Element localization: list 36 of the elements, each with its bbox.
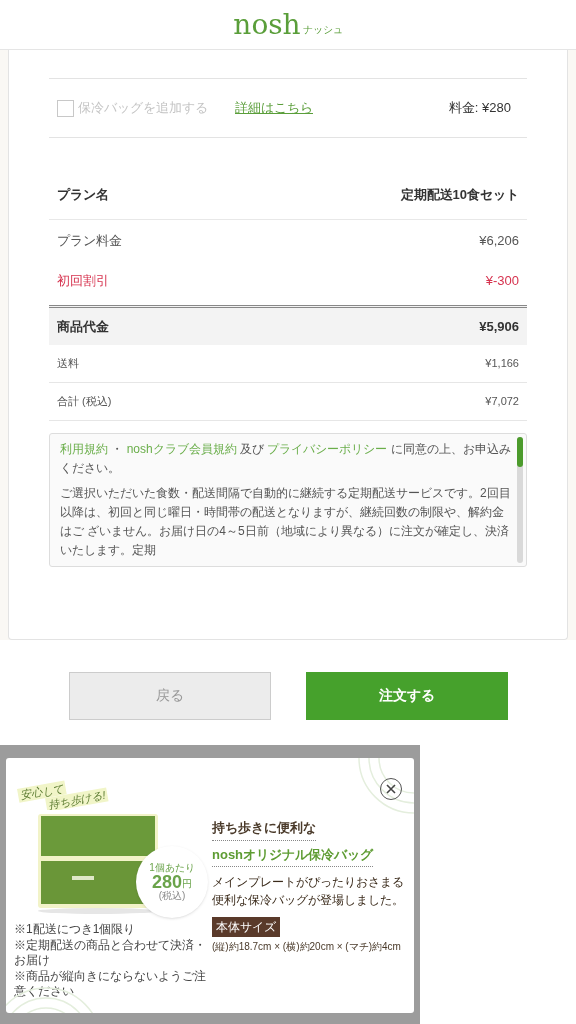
close-icon — [386, 784, 396, 794]
price-badge-unit: 円 — [182, 879, 192, 889]
row-label: 初回割引 — [57, 272, 109, 291]
description-text: メインプレートがぴったりおさまる — [212, 874, 405, 891]
row-label: 送料 — [57, 356, 79, 372]
plan-value: 定期配送10食セット — [400, 185, 519, 204]
size-text: (縦)約18.7cm × (横)約20cm × (マチ)約4cm — [212, 940, 402, 954]
terms-link[interactable]: プライバシーポリシー — [267, 442, 388, 456]
row-value: ¥7,072 — [485, 394, 519, 410]
price-badge-amount: 280 — [151, 873, 182, 891]
plan-label: プラン名 — [57, 185, 109, 204]
note-text: ※1配送につき1個限り — [14, 922, 137, 937]
size-label: 本体サイズ — [212, 917, 280, 937]
order-button[interactable]: 注文する — [305, 671, 508, 720]
logo[interactable]: nosh — [233, 10, 301, 39]
description-text: 便利な保冷バッグが登場しました。 — [212, 892, 405, 909]
logo-subtitle: ナッシュ — [302, 23, 343, 37]
price-badge-caption: 1個あたり — [149, 863, 195, 873]
price-badge-note: (税込) — [158, 891, 186, 901]
row-value: ¥5,906 — [479, 317, 519, 336]
row-label: 合計 (税込) — [57, 394, 112, 410]
row-label: 商品代金 — [57, 317, 109, 336]
terms-agreement: 利用規約 ・ noshクラブ会員規約 及び プライバシーポリシー に同意の上、お申込みください。 — [60, 441, 511, 477]
terms-paragraph: ご選択いただいた食数・配送間隔で自動的に継続する定期配送サービスです。2回目以降は、初回と同じ曜日・時間帯の配送となりますが、継続回数の制限や、解約金はご ざいません。お届け日の4～5日前（地域により異なる）に注文が確定し、決済いたします。定期 — [60, 485, 511, 559]
terms-link[interactable]: noshクラブ会員規約 — [126, 442, 237, 456]
note-text: ※定期配送の商品と合わせて決済・お届け — [14, 938, 207, 968]
price-text: 料金: ¥280 — [448, 99, 511, 118]
row-value: ¥1,166 — [485, 356, 519, 372]
scrollbar-thumb[interactable] — [517, 437, 523, 467]
terms-link[interactable]: 利用規約 — [60, 442, 108, 456]
row-value: ¥6,206 — [479, 232, 519, 251]
modal-title: 持ち歩きに便利な — [212, 818, 316, 841]
modal-subtitle: noshオリジナル保冷バッグ — [212, 844, 374, 867]
row-value: ¥-300 — [485, 272, 519, 291]
row-label: プラン料金 — [57, 232, 122, 251]
back-button[interactable]: 戻る — [68, 671, 271, 720]
